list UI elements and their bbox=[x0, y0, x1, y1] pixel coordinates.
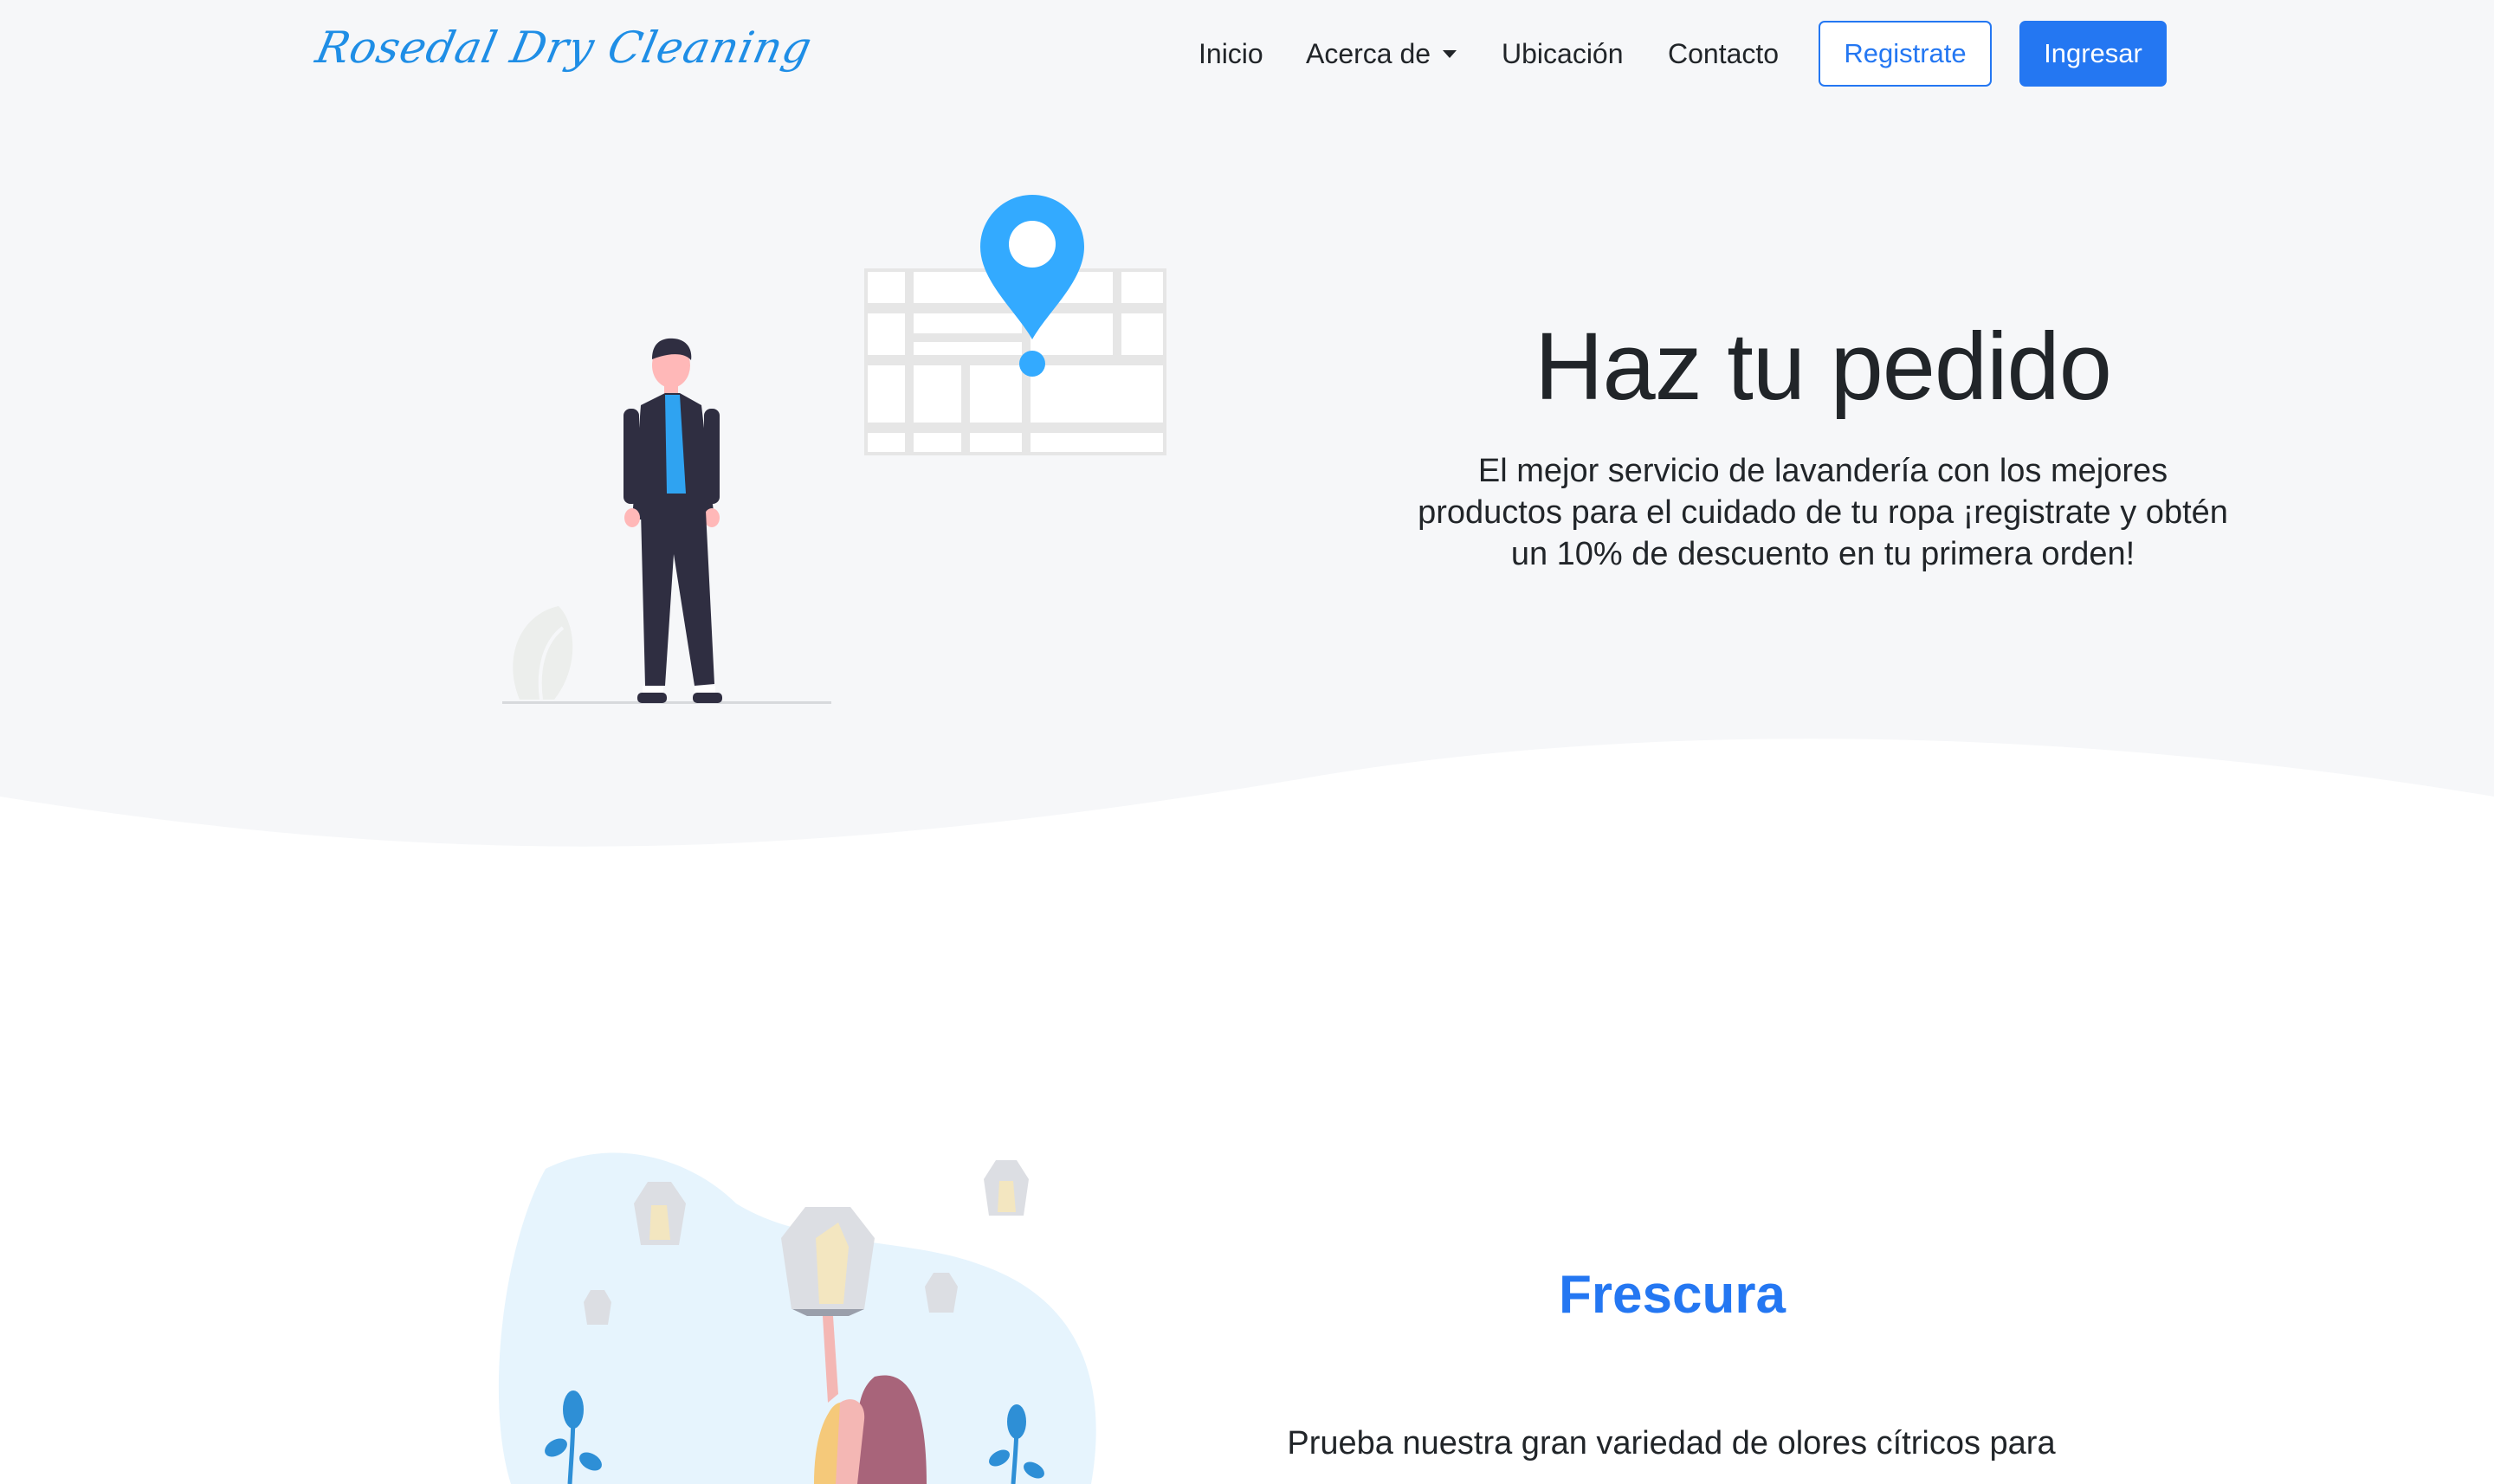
brand-logo[interactable]: Rosedal Dry Cleaning bbox=[312, 23, 817, 73]
hero-wave-divider bbox=[0, 739, 2494, 874]
nav-link-contacto[interactable]: Contacto bbox=[1668, 38, 1779, 70]
feature-description: Prueba nuestra gran variedad de olores c… bbox=[1287, 1425, 2056, 1461]
man-with-map-pin-illustration bbox=[502, 195, 1166, 704]
hero-title: Haz tu pedido bbox=[1535, 313, 2112, 420]
feature-title: Frescura bbox=[1559, 1265, 1786, 1325]
hero-description: El mejor servicio de lavandería con los … bbox=[1418, 453, 2228, 572]
top-navbar: Rosedal Dry Cleaning Inicio Acerca de Ub… bbox=[0, 0, 2494, 113]
woman-with-sky-lanterns-illustration bbox=[498, 1152, 1096, 1484]
nav-link-ubicacion[interactable]: Ubicación bbox=[1502, 38, 1624, 70]
nav-link-acerca-de[interactable]: Acerca de bbox=[1306, 38, 1457, 70]
nav-link-inicio[interactable]: Inicio bbox=[1199, 38, 1263, 70]
caret-down-icon bbox=[1443, 50, 1457, 58]
leaf-decoration-icon bbox=[513, 606, 573, 700]
standing-man-figure bbox=[624, 338, 722, 703]
register-button[interactable]: Registrate bbox=[1819, 21, 1992, 87]
nav-link-acerca-de-label: Acerca de bbox=[1306, 38, 1431, 69]
login-button[interactable]: Ingresar bbox=[2019, 21, 2167, 87]
